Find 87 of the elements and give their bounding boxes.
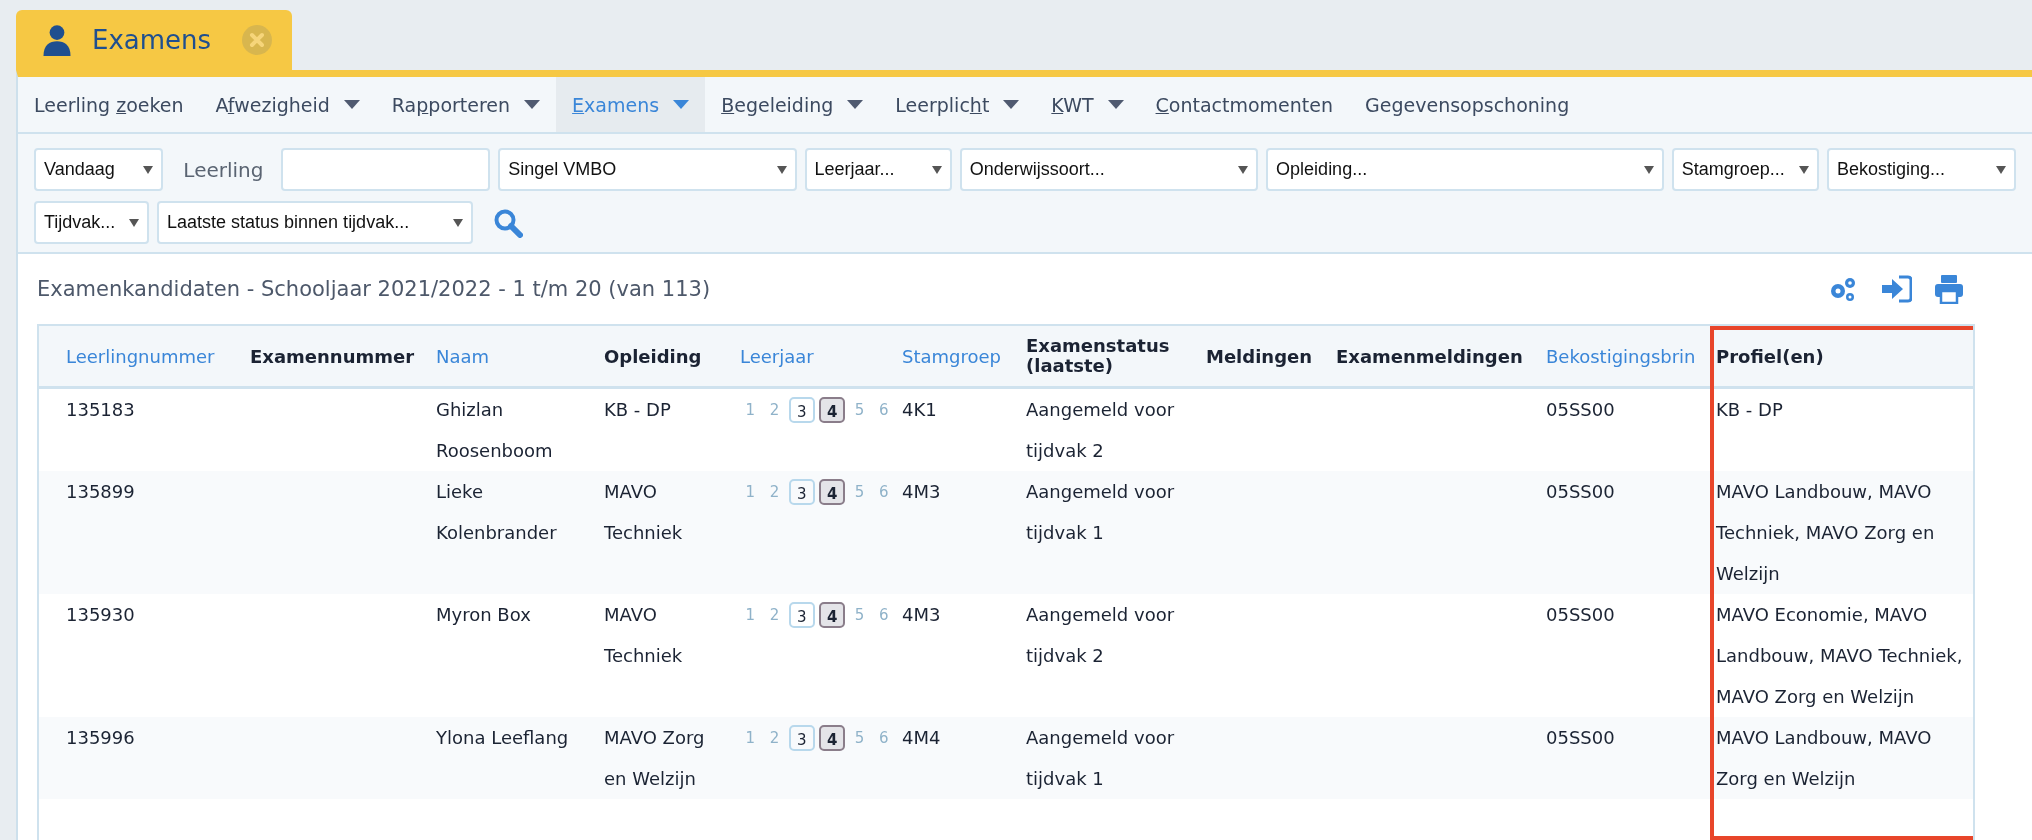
table-cell-text: MAVO Landbouw, MAVO Techniek, MAVO Zorg en Welzijn	[1716, 480, 1936, 586]
table-cell-text: 135930	[65, 603, 136, 627]
menu-item[interactable]: Leerling zoeken	[18, 77, 200, 132]
column-header-link[interactable]: Stamgroep	[902, 326, 1026, 386]
year-label: 5	[853, 728, 866, 749]
year-label: 2	[768, 728, 781, 749]
year-label: 6	[878, 482, 890, 503]
table-cell-text: 4M3	[902, 603, 942, 627]
year-chip: 3	[788, 479, 815, 505]
year-chip: 4	[819, 602, 846, 628]
table-cell-text: 4M4	[902, 726, 942, 750]
dropdown[interactable]: Laatste status binnen tijdvak...	[157, 201, 473, 244]
menu-item[interactable]: Begeleiding	[705, 77, 880, 132]
year-label: 1	[744, 400, 756, 421]
column-header: Opleiding	[604, 344, 703, 369]
year-label: 1	[744, 605, 756, 626]
table-cell-text: KB - DP	[604, 398, 672, 422]
page-tab[interactable]: Examens	[16, 10, 292, 70]
table-cell-text: 135996	[65, 726, 136, 750]
table-cell-text: 05SS00	[1546, 603, 1616, 627]
dropdown[interactable]: Tijdvak...	[34, 201, 149, 244]
dropdown[interactable]: Vandaag	[34, 148, 164, 191]
settings-icon[interactable]	[1828, 275, 1858, 303]
year-chip: 4	[819, 397, 846, 423]
column-header-link[interactable]: Naam	[436, 326, 604, 386]
table-cell-text: Aangemeld voor tijdvak 1	[1026, 726, 1176, 791]
table-cell-text: MAVO Zorg en Welzijn	[604, 726, 706, 791]
table-cell-text: Aangemeld voor tijdvak 1	[1026, 480, 1176, 545]
dropdown[interactable]: Onderwijssoort...	[959, 148, 1259, 191]
search-icon[interactable]	[493, 207, 523, 238]
year-chip: 4	[819, 479, 846, 505]
year-chip: 3	[788, 602, 815, 628]
table-cell-text: 05SS00	[1546, 480, 1616, 504]
table-cell-text: 135899	[65, 480, 136, 504]
table-cell-text: 135183	[65, 398, 136, 422]
column-header: Profiel(en)	[1716, 344, 1825, 369]
table-cell-text: 05SS00	[1546, 726, 1616, 750]
dropdown[interactable]: Opleiding...	[1266, 148, 1664, 191]
menu-item[interactable]: Contactmomenten	[1139, 77, 1350, 132]
year-label: 6	[878, 728, 890, 749]
table-cell-text: MAVO Landbouw, MAVO Zorg en Welzijn	[1716, 726, 1933, 791]
dropdown[interactable]: Singel VMBO	[498, 148, 797, 191]
column-header: Examenstatus (laatste)	[1026, 334, 1171, 378]
year-chip: 3	[788, 397, 815, 423]
list-title: Examenkandidaten - Schooljaar 2021/2022 - 1 t/m 20 (van 113)	[37, 277, 711, 301]
table-cell-text: Lieke Kolenbrander	[436, 480, 558, 545]
tab-title: Examens	[92, 25, 213, 55]
year-label: 6	[878, 605, 890, 626]
user-icon	[42, 24, 72, 56]
field-label: Leerling	[182, 157, 265, 182]
dropdown[interactable]: Stamgroep...	[1671, 148, 1820, 191]
year-label: 5	[853, 605, 866, 626]
year-label: 2	[768, 400, 781, 421]
text-field[interactable]	[281, 148, 491, 191]
menu-item[interactable]: Rapporteren	[375, 77, 557, 132]
table-cell-text: Myron Box	[436, 603, 532, 627]
table-cell-text: KB - DP	[1716, 398, 1784, 422]
column-header: Examennummer	[250, 344, 416, 369]
table-cell-text: Aangemeld voor tijdvak 2	[1026, 398, 1176, 463]
year-label: 2	[768, 482, 781, 503]
menu-item[interactable]: Afwezigheid	[199, 77, 376, 132]
year-label: 5	[853, 482, 866, 503]
table-cell-text: 4K1	[902, 398, 938, 422]
menu-item[interactable]: Leerplicht	[879, 77, 1036, 132]
year-label: 1	[744, 728, 756, 749]
dropdown[interactable]: Leerjaar...	[804, 148, 952, 191]
year-label: 2	[768, 605, 781, 626]
column-header: Examenmeldingen	[1336, 344, 1524, 369]
table-cell-text: Ylona Leeflang	[436, 726, 570, 750]
table-cell-text: Ghizlan Roosenboom	[436, 398, 554, 463]
table-cell-text: 4M3	[902, 480, 942, 504]
dropdown[interactable]: Bekostiging...	[1827, 148, 2016, 191]
sign-in-icon[interactable]	[1880, 275, 1912, 303]
menu-item[interactable]: KWT	[1035, 77, 1140, 132]
table-cell-text: MAVO Economie, MAVO Landbouw, MAVO Techniek, MAVO Zorg en Welzijn	[1716, 603, 1964, 709]
table-cell-text: Aangemeld voor tijdvak 2	[1026, 603, 1176, 668]
year-chip: 4	[819, 725, 846, 751]
table-cell-text: MAVO Techniek	[604, 603, 684, 668]
year-chip: 3	[788, 725, 815, 751]
column-header: Meldingen	[1206, 344, 1314, 369]
year-label: 6	[878, 400, 890, 421]
table-cell-text: 05SS00	[1546, 398, 1616, 422]
year-label: 5	[853, 400, 866, 421]
menu-item[interactable]: Gegevensopschoning	[1349, 77, 1586, 132]
table-cell-text: MAVO Techniek	[604, 480, 684, 545]
print-icon[interactable]	[1934, 274, 1964, 304]
year-label: 1	[744, 482, 756, 503]
